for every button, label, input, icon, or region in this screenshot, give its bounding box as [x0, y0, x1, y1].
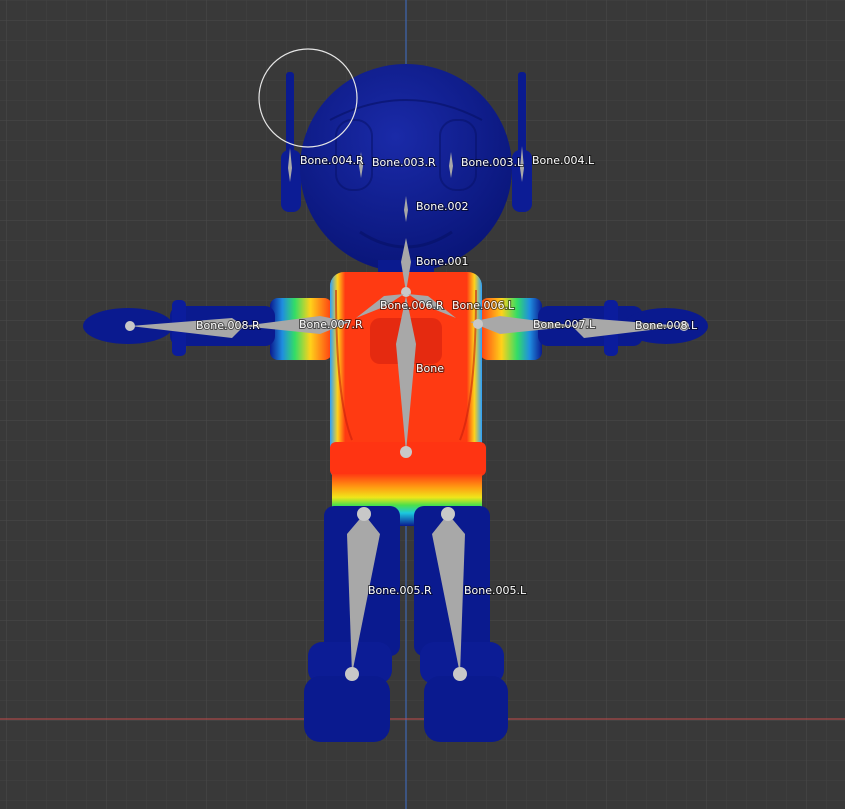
label-bone-008-l: Bone.008.L	[635, 319, 698, 332]
bone-005-l-head-joint[interactable]	[441, 507, 455, 521]
boot-left	[424, 676, 508, 742]
bone-spine-tail-joint[interactable]	[400, 446, 412, 458]
label-bone-008-r: Bone.008.R	[196, 319, 260, 332]
label-bone-005-r: Bone.005.R	[368, 584, 432, 597]
label-bone-006-r: Bone.006.R	[380, 299, 444, 312]
label-bone-003-r: Bone.003.R	[372, 156, 436, 169]
label-bone-005-l: Bone.005.L	[464, 584, 527, 597]
label-bone-004-r: Bone.004.R	[300, 154, 364, 167]
3d-viewport[interactable]: Bone.004.R Bone.003.R Bone.003.L Bone.00…	[0, 0, 845, 809]
label-bone-006-l: Bone.006.L	[452, 299, 515, 312]
bone-005-l-tail-joint[interactable]	[453, 667, 467, 681]
label-bone: Bone	[416, 362, 444, 375]
label-bone-007-r: Bone.007.R	[299, 318, 363, 331]
bone-008-r-tail-joint[interactable]	[125, 321, 135, 331]
bone-007-l-joint[interactable]	[473, 319, 483, 329]
label-bone-002: Bone.002	[416, 200, 469, 213]
boot-right	[304, 676, 390, 742]
bone-005-r-head-joint[interactable]	[357, 507, 371, 521]
label-bone-007-l: Bone.007.L	[533, 318, 596, 331]
bone-001-head-joint[interactable]	[401, 287, 411, 297]
bone-005-r-tail-joint[interactable]	[345, 667, 359, 681]
label-bone-003-l: Bone.003.L	[461, 156, 524, 169]
viewport-canvas[interactable]: Bone.004.R Bone.003.R Bone.003.L Bone.00…	[0, 0, 845, 809]
label-bone-001: Bone.001	[416, 255, 469, 268]
label-bone-004-l: Bone.004.L	[532, 154, 595, 167]
